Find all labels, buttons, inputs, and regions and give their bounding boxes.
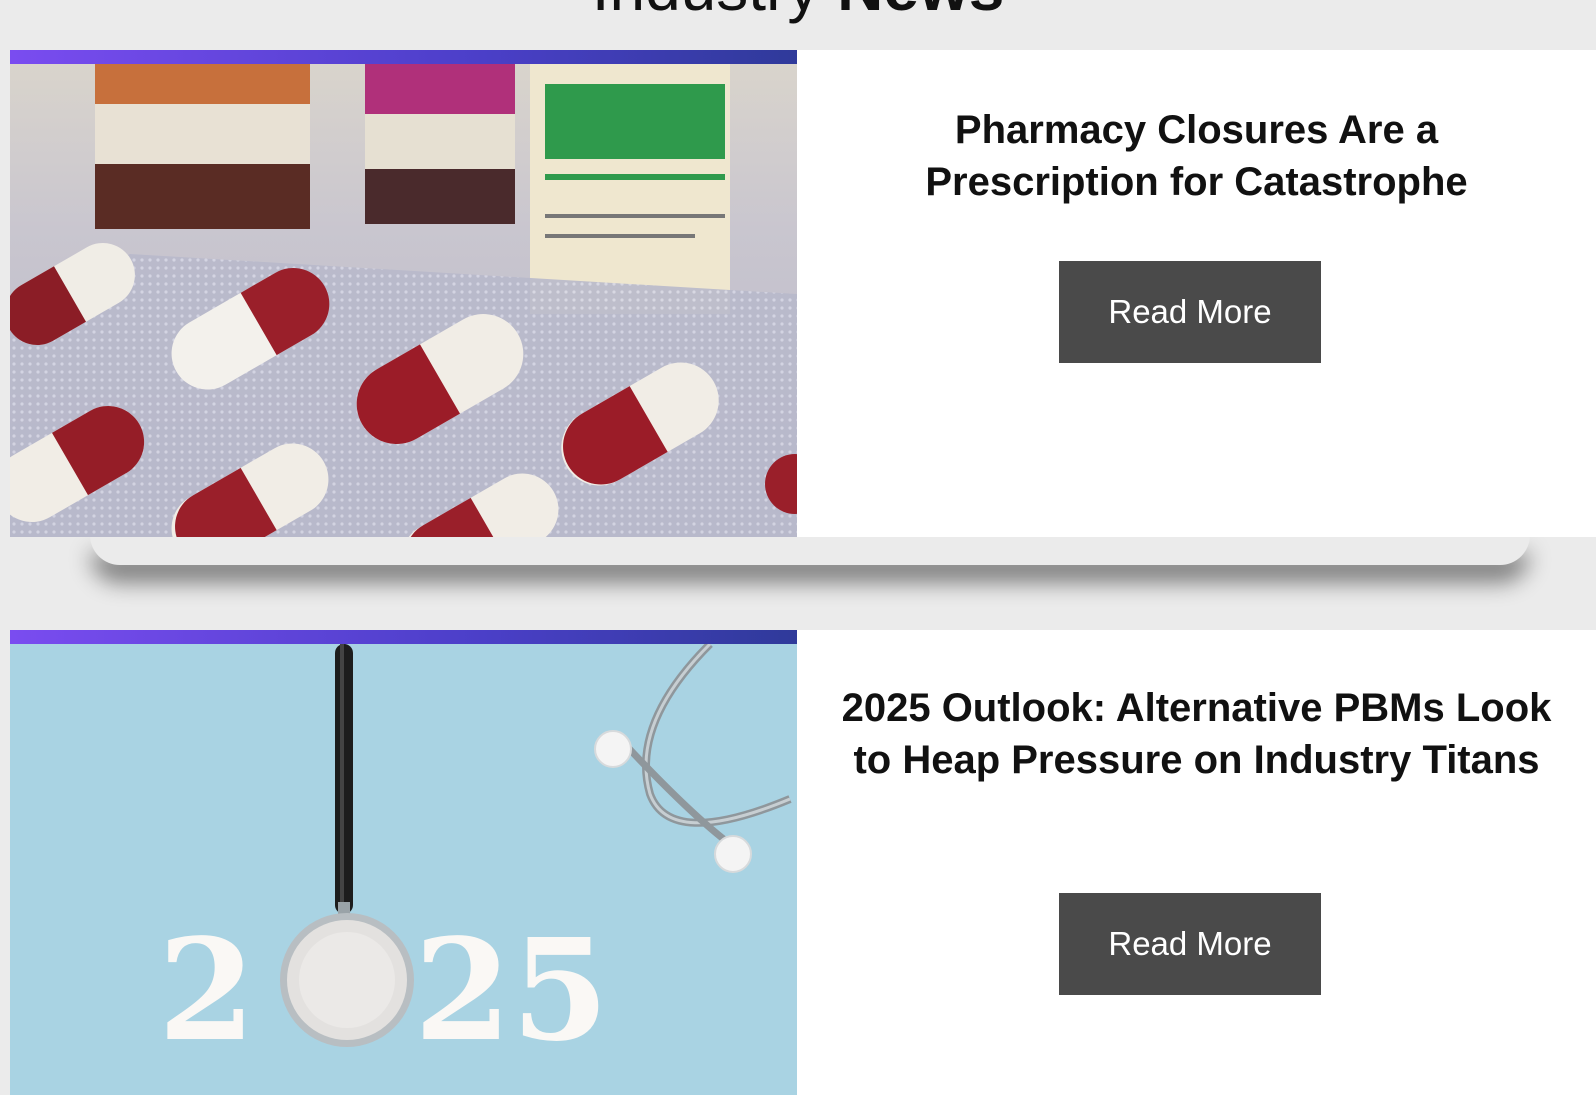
article-image-link[interactable] [10, 50, 797, 537]
article-headline[interactable]: 2025 Outlook: Alternative PBMs Look to H… [837, 682, 1556, 786]
capsules-blister-pack-image [10, 64, 797, 537]
section-title: Industry News [0, 0, 1596, 20]
read-more-button[interactable]: Read More [1059, 261, 1321, 363]
stethoscope-2025-image: 2 25 [10, 644, 797, 1095]
article-image-link[interactable]: 2 25 [10, 630, 797, 1095]
image-accent-bar [10, 630, 797, 644]
card-shadow [90, 535, 1530, 565]
article-headline[interactable]: Pharmacy Closures Are a Prescription for… [837, 104, 1556, 208]
section-title-bold: News [837, 0, 1004, 24]
article-content: 2025 Outlook: Alternative PBMs Look to H… [797, 630, 1596, 1095]
article-content: Pharmacy Closures Are a Prescription for… [797, 50, 1596, 537]
article-card: Pharmacy Closures Are a Prescription for… [10, 50, 1596, 537]
image-accent-bar [10, 50, 797, 64]
article-card: 2 25 2025 Outlook: Alternative PBMs Look … [10, 630, 1596, 1095]
section-title-light: Industry [592, 0, 820, 24]
read-more-button[interactable]: Read More [1059, 893, 1321, 995]
